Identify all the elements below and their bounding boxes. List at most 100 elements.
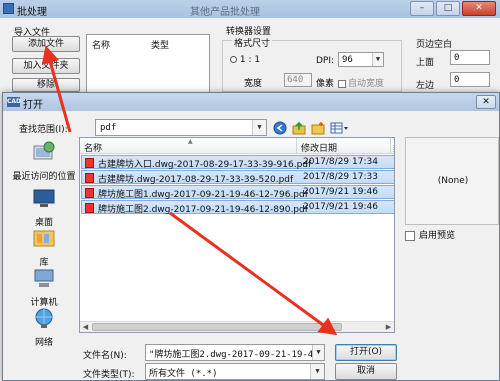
margin-left-input[interactable]: 0	[450, 72, 490, 87]
remove-button[interactable]: 移除	[12, 78, 80, 92]
back-icon[interactable]	[273, 121, 287, 135]
place-libraries[interactable]: 库	[10, 227, 78, 268]
add-file-button[interactable]: 添加文件	[12, 36, 80, 52]
file-name-value: "牌坊施工图2.dwg-2017-09-21-19-46-12-	[149, 350, 325, 360]
maximize-button[interactable]: □	[436, 1, 460, 16]
pdf-file-icon	[85, 158, 94, 168]
file-date: 2017/9/21 19:46	[303, 187, 378, 197]
dpi-value: 96	[342, 55, 353, 65]
dialog-close-button[interactable]: ✕	[476, 95, 496, 109]
file-date: 2017/8/29 17:34	[303, 157, 378, 167]
minimize-button[interactable]: –	[410, 1, 434, 16]
file-row[interactable]: 古建牌坊.dwg-2017-08-29-17-33-39-520.pdf 201…	[81, 170, 394, 185]
file-list-header: ▲ 名称 修改日期 类	[80, 138, 394, 154]
new-folder-icon[interactable]	[311, 121, 325, 135]
network-icon	[35, 308, 53, 328]
computer-icon	[34, 269, 54, 287]
chevron-down-icon: ▼	[252, 120, 266, 135]
place-recent-label: 最近访问的位置	[12, 172, 76, 182]
pdf-file-icon	[85, 203, 94, 213]
place-network-label: 网络	[34, 338, 53, 348]
pdf-file-icon	[85, 173, 94, 183]
chevron-down-icon: ▼	[310, 364, 324, 379]
file-type-combo[interactable]: 所有文件 (*.*) ▼	[145, 363, 325, 380]
column-name[interactable]: 名称	[84, 141, 102, 154]
radio-icon	[230, 56, 237, 63]
column-type[interactable]: 类	[393, 141, 394, 154]
place-computer[interactable]: 计算机	[10, 267, 78, 308]
file-name-input[interactable]: "牌坊施工图2.dwg-2017-09-21-19-46-12- ▼	[145, 344, 325, 361]
column-separator[interactable]	[390, 138, 391, 154]
preview-none-text: (None)	[437, 176, 469, 186]
place-recent[interactable]: 最近访问的位置	[10, 141, 78, 182]
window-controls: – □ ✕	[410, 1, 496, 16]
width-input[interactable]: 640	[284, 73, 312, 87]
pixel-label: 像素	[316, 79, 335, 89]
margin-top-label: 上面	[416, 58, 435, 68]
file-date: 2017/8/29 17:33	[303, 172, 378, 182]
dialog-title: 打开	[23, 100, 43, 111]
dpi-select[interactable]: 96 ▼	[338, 52, 384, 67]
file-row[interactable]: 牌坊施工图2.dwg-2017-09-21-19-46-12-890.pdf 2…	[81, 200, 394, 215]
close-button[interactable]: ✕	[462, 1, 496, 16]
auto-width-checkbox[interactable]: 自动宽度	[338, 76, 384, 89]
file-name-label: 文件名(N):	[83, 351, 127, 361]
file-row[interactable]: 古建牌坊入口.dwg-2017-08-29-17-33-39-916.pdf 2…	[81, 155, 394, 170]
column-date[interactable]: 修改日期	[301, 141, 337, 154]
scroll-left-icon[interactable]: ◀	[80, 322, 91, 332]
places-bar: 最近访问的位置 桌面 库 计算机 网络	[10, 137, 78, 373]
dialog-titlebar: CAD 打开 ✕	[3, 93, 499, 111]
batch-titlebar: 批处理 其他产品批处理 – □ ✕	[0, 0, 500, 18]
cad-app-icon: CAD	[7, 97, 22, 107]
import-col-name[interactable]: 名称	[92, 38, 110, 51]
look-in-combo[interactable]: pdf ▼	[95, 119, 267, 136]
add-folder-button[interactable]: 加入文件夹	[12, 58, 80, 74]
scrollbar-thumb[interactable]	[92, 323, 342, 331]
chevron-down-icon: ▼	[312, 345, 324, 360]
file-name: 古建牌坊.dwg-2017-08-29-17-33-39-520.pdf	[98, 175, 294, 185]
margin-group-label: 页边空白	[416, 40, 453, 50]
margin-top-input[interactable]: 0	[450, 50, 490, 65]
view-menu-icon[interactable]	[330, 121, 350, 135]
app-icon	[3, 3, 14, 14]
look-in-value: pdf	[100, 123, 117, 133]
file-row[interactable]: 牌坊施工图1.dwg-2017-09-21-19-46-12-796.pdf 2…	[81, 185, 394, 200]
dialog-toolbar	[273, 120, 350, 136]
margin-left-label: 左边	[416, 81, 435, 91]
preview-pane: (None)	[405, 137, 499, 225]
place-network[interactable]: 网络	[10, 307, 78, 348]
open-button[interactable]: 打开(O)	[335, 344, 397, 361]
column-separator[interactable]	[296, 138, 297, 154]
libraries-icon	[33, 230, 55, 247]
file-list[interactable]: ▲ 名称 修改日期 类 古建牌坊入口.dwg-2017-08-29-17-33-…	[79, 137, 395, 333]
import-file-list[interactable]: 名称 类型	[86, 34, 210, 96]
file-name: 牌坊施工图1.dwg-2017-09-21-19-46-12-796.pdf	[98, 190, 308, 200]
file-name: 牌坊施工图2.dwg-2017-09-21-19-46-12-890.pdf	[98, 205, 308, 215]
dpi-label: DPI:	[316, 56, 335, 66]
file-type-label: 文件类型(T):	[83, 370, 135, 380]
horizontal-scrollbar[interactable]: ◀ ▶	[80, 321, 394, 332]
recent-places-icon	[33, 141, 55, 160]
enable-preview-label: 启用预览	[419, 231, 456, 241]
look-in-label: 查找范围(I):	[19, 125, 68, 135]
pdf-file-icon	[85, 188, 94, 198]
checkbox-icon	[405, 230, 415, 241]
up-folder-icon[interactable]	[292, 121, 306, 135]
sort-ascending-icon: ▲	[188, 138, 193, 145]
ratio-label: 1 : 1	[239, 55, 261, 65]
batch-window-ghost-title: 其他产品批处理	[190, 7, 260, 18]
place-desktop[interactable]: 桌面	[10, 187, 78, 228]
chevron-down-icon: ▼	[372, 53, 383, 66]
scroll-right-icon[interactable]: ▶	[383, 322, 394, 332]
import-col-type[interactable]: 类型	[151, 38, 169, 51]
auto-width-label: 自动宽度	[348, 79, 385, 89]
open-dialog: CAD 打开 ✕ 查找范围(I): pdf ▼ 最近访问的位置 桌面 库 计算机…	[2, 92, 500, 381]
enable-preview-checkbox[interactable]: 启用预览	[405, 228, 455, 241]
ratio-radio[interactable]: 1 : 1	[230, 55, 260, 65]
file-type-value: 所有文件 (*.*)	[149, 369, 218, 379]
cancel-button[interactable]: 取消	[335, 363, 397, 380]
desktop-icon	[33, 189, 55, 207]
checkbox-icon	[338, 79, 346, 88]
file-date: 2017/9/21 19:46	[303, 202, 378, 212]
batch-window-title: 批处理	[17, 7, 47, 18]
